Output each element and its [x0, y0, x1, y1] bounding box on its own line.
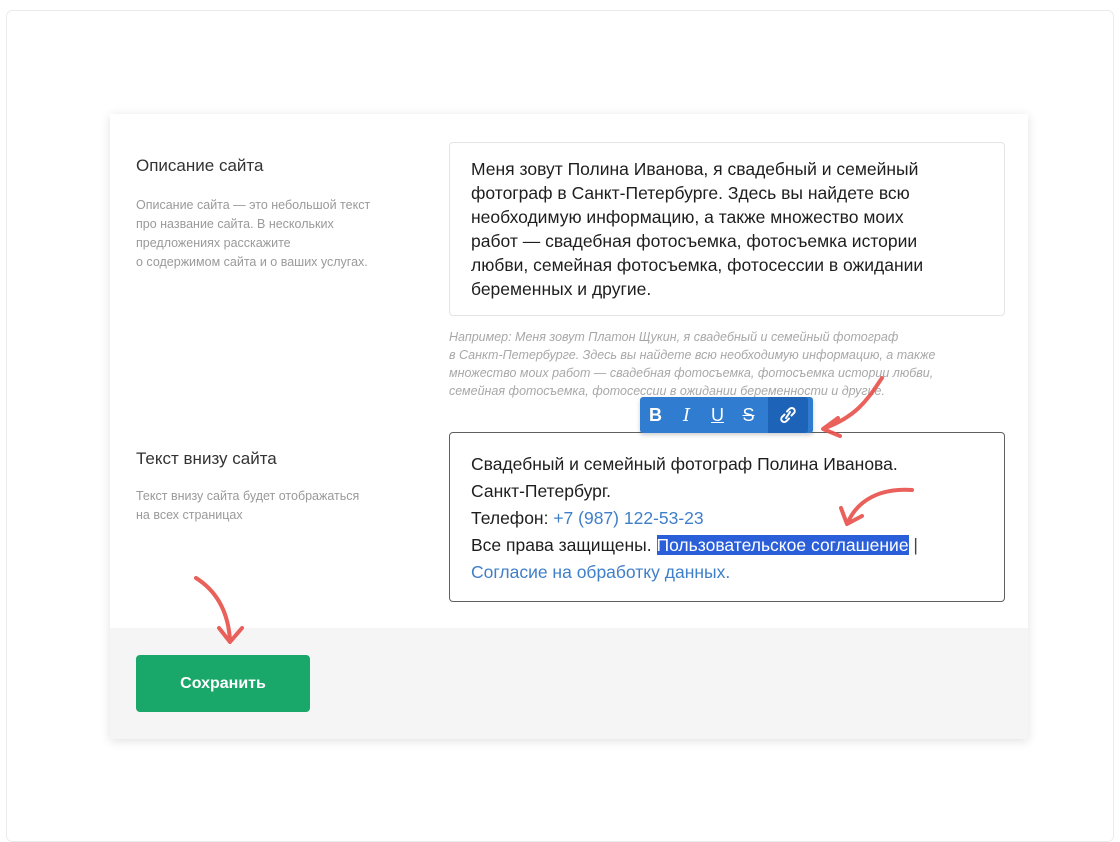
footer-text-hint: Текст внизу сайта будет отображаться на …	[136, 489, 360, 522]
link-icon	[780, 407, 796, 423]
phone-label: Телефон:	[471, 508, 554, 528]
save-button[interactable]: Сохранить	[136, 655, 310, 712]
settings-card: Описание сайта Описание сайта — это небо…	[110, 114, 1028, 739]
phone-link[interactable]: +7 (987) 122-53-23	[553, 508, 703, 528]
agreement-link-selected[interactable]: Пользовательское соглашение	[656, 535, 909, 555]
formatting-toolbar: B I U S	[640, 397, 813, 433]
strikethrough-button[interactable]: S	[733, 397, 764, 433]
consent-link[interactable]: Согласие на обработку данных.	[471, 559, 984, 586]
underline-button[interactable]: U	[702, 397, 733, 433]
description-example: Например: Меня зовут Платон Щукин, я сва…	[449, 330, 936, 398]
insert-link-button[interactable]	[768, 397, 808, 433]
footer-text-title: Текст внизу сайта	[136, 449, 277, 468]
description-title: Описание сайта	[136, 156, 264, 175]
italic-button[interactable]: I	[671, 397, 702, 433]
description-textarea[interactable]: Меня зовут Полина Иванова, я свадебный и…	[449, 142, 1005, 316]
rights-text: Все права защищены.	[471, 535, 657, 555]
footer-text-editor[interactable]: Свадебный и семейный фотограф Полина Ива…	[449, 432, 1005, 602]
separator: |	[908, 535, 918, 555]
description-hint: Описание сайта — это небольшой текст про…	[136, 198, 371, 269]
bold-button[interactable]: B	[640, 397, 671, 433]
